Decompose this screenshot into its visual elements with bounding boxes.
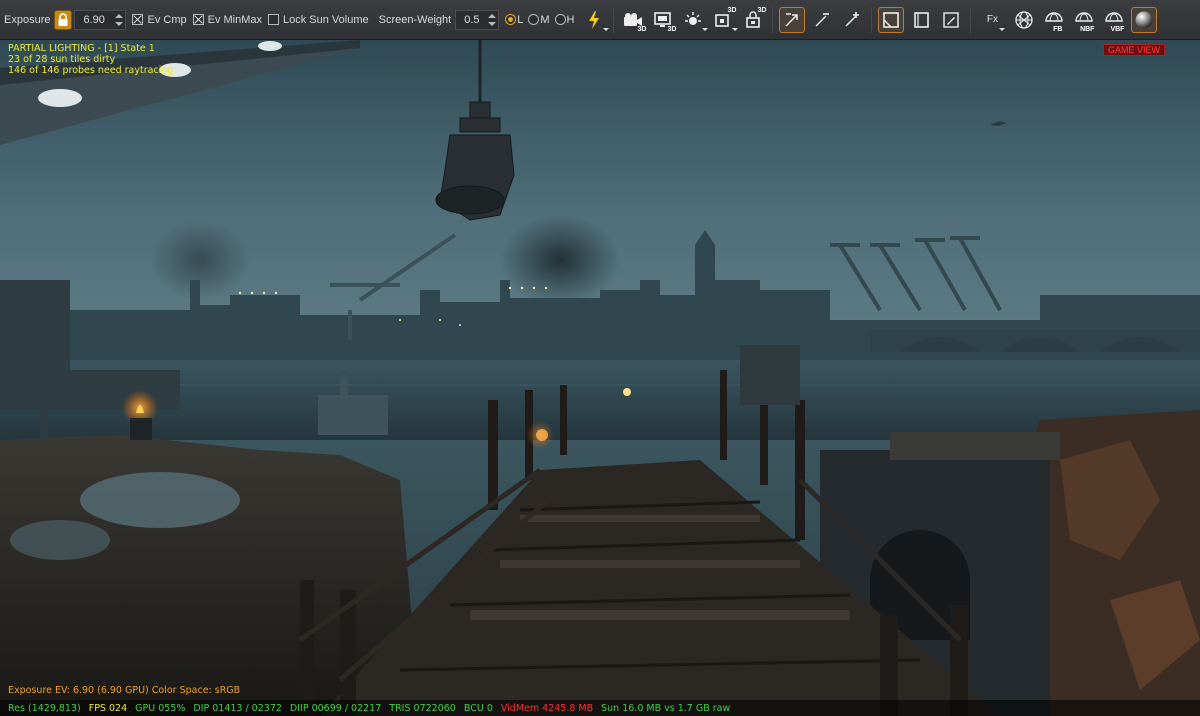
spin-arrows-icon[interactable]: [115, 12, 124, 28]
ev-cmp-label: Ev Cmp: [147, 13, 187, 26]
scene-render: [0, 40, 1200, 716]
grow-icon: [845, 11, 860, 27]
exposure-stepper[interactable]: 6.90: [74, 9, 127, 30]
camera-3d-button[interactable]: 3D: [620, 7, 646, 33]
checkbox-checked-icon: [192, 14, 204, 25]
quality-high-label: H: [566, 13, 575, 26]
lightning-icon: [589, 10, 600, 29]
toolbar-separator: [970, 6, 972, 33]
vbf-button[interactable]: VBF: [1101, 7, 1127, 33]
toolbar-separator: [871, 6, 873, 33]
exposure-info-overlay: Exposure EV: 6.90 (6.90 GPU) Color Space…: [8, 685, 241, 696]
square-icon: [914, 11, 930, 28]
sub-3d-label: 3D: [727, 6, 737, 14]
quality-low-radio[interactable]: [505, 14, 517, 25]
lighting-button[interactable]: [581, 7, 610, 33]
stat-vidmem: VidMem 4245.8 MB: [500, 702, 594, 714]
dropdown-arrow-icon: [603, 27, 610, 31]
toolbar-separator: [772, 6, 774, 33]
debug-line: PARTIAL LIGHTING - [1] State 1: [8, 43, 155, 54]
exposure-value: 6.90: [83, 13, 105, 26]
fx-label: Fx: [986, 14, 998, 25]
shrink-icon: [815, 12, 830, 27]
frame-button[interactable]: [908, 7, 934, 33]
quality-medium-label: M: [540, 13, 550, 26]
stat-dip: DIP 01413 / 02372: [193, 702, 282, 714]
wireframe-sphere-icon: [1015, 10, 1034, 29]
screen-3d-button[interactable]: 3D: [650, 7, 676, 33]
sub-nbf-label: NBF: [1080, 25, 1095, 33]
stat-fps: FPS 024: [88, 702, 128, 714]
exposure-lock-button[interactable]: [54, 9, 73, 30]
lock-icon: [58, 12, 68, 26]
sun-icon: [685, 11, 702, 25]
fx-button[interactable]: Fx: [977, 7, 1007, 33]
dropdown-arrow-icon: [732, 27, 739, 31]
ev-minmax-label: Ev MinMax: [207, 13, 263, 26]
stat-bcu: BCU 0: [463, 702, 493, 714]
transform-2d-button[interactable]: [779, 6, 806, 33]
quality-low-label: L: [517, 13, 524, 26]
screen-weight-label: Screen-Weight: [378, 13, 452, 26]
sub-vbf-label: VBF: [1110, 25, 1125, 33]
lock-3d-button[interactable]: 3D: [740, 7, 766, 33]
dropdown-arrow-icon: [999, 27, 1006, 31]
quality-medium-radio[interactable]: [528, 14, 540, 25]
checkbox-checked-icon: [132, 14, 144, 25]
frame-3d-button[interactable]: [878, 6, 905, 33]
sub-fb-label: FB: [1053, 25, 1063, 33]
debug-line: 146 of 146 probes need raytracing: [8, 65, 174, 76]
material-sphere-button[interactable]: [1131, 6, 1158, 33]
pencil-icon: [943, 11, 960, 28]
ev-minmax-checkbox[interactable]: Ev MinMax: [192, 13, 263, 26]
debug-line: 23 of 28 sun tiles dirty: [8, 54, 116, 65]
sun-light-button[interactable]: [680, 7, 709, 33]
stat-sun: Sun 16.0 MB vs 1.7 GB raw: [601, 702, 731, 714]
shaded-sphere-icon: [1135, 11, 1153, 28]
checkbox-unchecked-icon: [268, 14, 280, 25]
transform-minus-button[interactable]: [809, 7, 835, 33]
nbf-button[interactable]: NBF: [1071, 7, 1097, 33]
lighting-debug-overlay: PARTIAL LIGHTING - [1] State 1 23 of 28 …: [8, 43, 173, 76]
dropdown-arrow-icon: [702, 27, 709, 31]
stats-bar: Res (1429,813) FPS 024 GPU 055% DIP 0141…: [0, 700, 1200, 716]
game-view-badge: GAME VIEW: [1103, 44, 1166, 56]
scale-arrows-icon: [785, 12, 799, 27]
exposure-label: Exposure: [4, 13, 51, 26]
ev-cmp-checkbox[interactable]: Ev Cmp: [132, 13, 187, 26]
box-3d-button[interactable]: 3D: [710, 6, 739, 33]
frame-icon: [883, 11, 900, 28]
stat-tris: TRIS 0722060: [389, 702, 456, 714]
screen-weight-stepper[interactable]: 0.5: [455, 9, 500, 30]
edit-button[interactable]: [938, 7, 964, 33]
stat-diip: DIIP 00699 / 02217: [289, 702, 382, 714]
stat-gpu: GPU 055%: [135, 702, 186, 714]
transform-plus-button[interactable]: [839, 7, 865, 33]
quality-high-radio[interactable]: [554, 14, 566, 25]
game-viewport[interactable]: PARTIAL LIGHTING - [1] State 1 23 of 28 …: [0, 40, 1200, 716]
fb-button[interactable]: FB: [1041, 7, 1067, 33]
sub-3d-label: 3D: [667, 25, 677, 33]
editor-toolbar: Exposure 6.90 Ev Cmp Ev MinMax Lock Sun …: [0, 0, 1200, 40]
wireframe-button[interactable]: [1011, 7, 1037, 33]
screen-weight-value: 0.5: [464, 13, 480, 26]
lock-sun-volume-checkbox[interactable]: Lock Sun Volume: [268, 14, 369, 26]
sub-3d-label: 3D: [757, 6, 767, 14]
sub-3d-label: 3D: [637, 25, 647, 33]
lock-sun-volume-label: Lock Sun Volume: [283, 13, 369, 26]
toolbar-separator: [613, 6, 615, 33]
stat-resolution: Res (1429,813): [8, 702, 81, 714]
spin-arrows-icon[interactable]: [488, 12, 497, 28]
